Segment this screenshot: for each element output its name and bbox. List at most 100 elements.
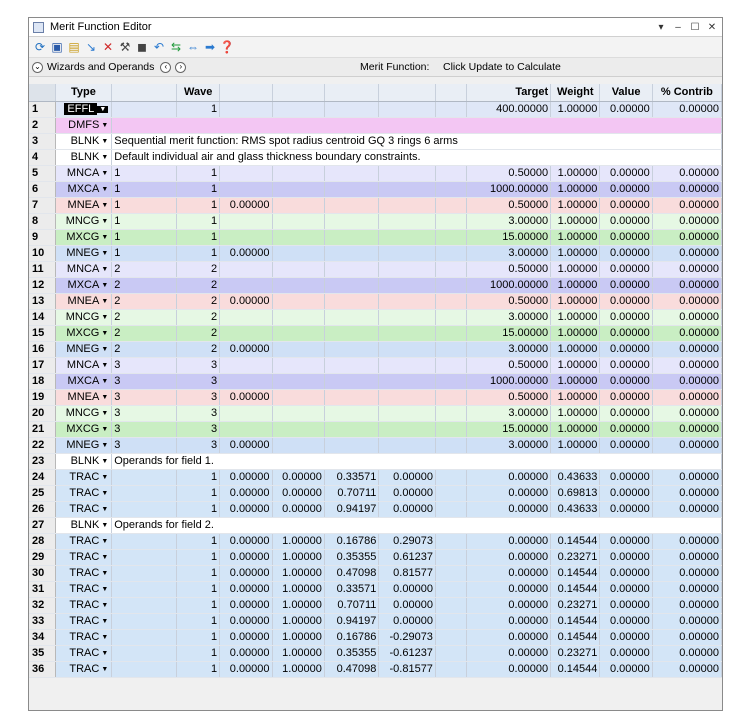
- param-cell[interactable]: [435, 645, 468, 662]
- param-cell[interactable]: 1.00000: [272, 549, 325, 566]
- operand-row[interactable]: 5 MNCA ▼ 1 1 0.50000 1.00000 0.00000 0.00000: [29, 165, 723, 182]
- param-cell[interactable]: 0.81577: [378, 565, 436, 582]
- param-cell[interactable]: [272, 293, 325, 310]
- wave-cell[interactable]: 1: [176, 501, 221, 518]
- row-number[interactable]: 35: [29, 645, 56, 662]
- param-cell[interactable]: [219, 357, 273, 374]
- operand-row[interactable]: 26 TRAC ▼ 1 0.00000 0.00000 0.94197 0.00000 0.00…: [29, 501, 723, 518]
- weight-cell[interactable]: 0.69813: [550, 485, 601, 502]
- param-cell[interactable]: 3: [111, 437, 178, 454]
- target-cell[interactable]: 0.00000: [466, 501, 552, 518]
- row-number[interactable]: 1: [29, 101, 56, 118]
- weight-cell[interactable]: 0.14544: [550, 661, 601, 678]
- operand-type-cell[interactable]: TRAC ▼: [55, 501, 113, 518]
- operand-type-cell[interactable]: MNEG ▼: [55, 341, 113, 358]
- param-cell[interactable]: 0.00000: [219, 245, 273, 262]
- param-cell[interactable]: 0.00000: [378, 613, 436, 630]
- param-cell[interactable]: [111, 101, 178, 118]
- param-cell[interactable]: [272, 101, 325, 118]
- row-number[interactable]: 15: [29, 325, 56, 342]
- param-cell[interactable]: [272, 165, 325, 182]
- param-cell[interactable]: [324, 341, 380, 358]
- row-number[interactable]: 26: [29, 501, 56, 518]
- param-cell[interactable]: [219, 309, 273, 326]
- wave-cell[interactable]: 1: [176, 533, 221, 550]
- operand-row[interactable]: 7 MNEA ▼ 1 1 0.00000 0.50000 1.00000 0.00000 0.00…: [29, 197, 723, 214]
- operand-row[interactable]: 30 TRAC ▼ 1 0.00000 1.00000 0.47098 0.81577 0.00…: [29, 565, 723, 582]
- weight-cell[interactable]: 0.14544: [550, 581, 601, 598]
- param-cell[interactable]: [272, 373, 325, 390]
- param-cell[interactable]: [378, 421, 436, 438]
- param-cell[interactable]: 0.00000: [219, 629, 273, 646]
- param-cell[interactable]: 0.94197: [324, 501, 380, 518]
- weight-cell[interactable]: 1.00000: [550, 437, 601, 454]
- param-cell[interactable]: [435, 309, 468, 326]
- dropdown-arrow-icon[interactable]: ▼: [101, 602, 108, 609]
- operand-type-cell[interactable]: MXCA ▼: [55, 181, 113, 198]
- param-cell[interactable]: [324, 437, 380, 454]
- param-cell[interactable]: 3: [111, 373, 178, 390]
- corner-cell[interactable]: [29, 84, 56, 102]
- target-cell[interactable]: 3.00000: [466, 309, 552, 326]
- param-cell[interactable]: 1.00000: [272, 645, 325, 662]
- wave-cell[interactable]: 3: [176, 421, 221, 438]
- param-cell[interactable]: [324, 181, 380, 198]
- operand-row[interactable]: 15 MXCG ▼ 2 2 15.00000 1.00000 0.00000 0.00000: [29, 325, 723, 342]
- target-cell[interactable]: 0.00000: [466, 661, 552, 678]
- param-cell[interactable]: [324, 325, 380, 342]
- dropdown-arrow-icon[interactable]: ▼: [101, 218, 108, 225]
- param-cell[interactable]: 0.00000: [272, 469, 325, 486]
- weight-cell[interactable]: 1.00000: [550, 421, 601, 438]
- wave-cell[interactable]: 2: [176, 277, 221, 294]
- row-number[interactable]: 33: [29, 613, 56, 630]
- comment-cell[interactable]: Operands for field 2.: [111, 517, 722, 534]
- param-cell[interactable]: 3: [111, 421, 178, 438]
- row-number[interactable]: 6: [29, 181, 56, 198]
- minimize-button[interactable]: –: [671, 22, 685, 33]
- column-header-target[interactable]: Target: [466, 84, 552, 102]
- wave-cell[interactable]: 1: [176, 469, 221, 486]
- operand-row[interactable]: 18 MXCA ▼ 3 3 1000.00000 1.00000 0.00000 0.00000: [29, 373, 723, 390]
- param-cell[interactable]: [435, 597, 468, 614]
- wave-cell[interactable]: 1: [176, 581, 221, 598]
- wave-cell[interactable]: 2: [176, 325, 221, 342]
- operand-row[interactable]: 16 MNEG ▼ 2 2 0.00000 3.00000 1.00000 0.00000 0.0…: [29, 341, 723, 358]
- weight-cell[interactable]: 0.43633: [550, 469, 601, 486]
- param-cell[interactable]: [219, 421, 273, 438]
- param-cell[interactable]: [435, 101, 468, 118]
- param-cell[interactable]: 1: [111, 245, 178, 262]
- dropdown-arrow-icon[interactable]: ▼: [101, 650, 108, 657]
- param-cell[interactable]: 2: [111, 341, 178, 358]
- param-cell[interactable]: [324, 373, 380, 390]
- operand-type-cell[interactable]: TRAC ▼: [55, 629, 113, 646]
- save-icon[interactable]: ▣: [49, 39, 65, 55]
- param-cell[interactable]: [111, 581, 178, 598]
- wave-cell[interactable]: 1: [176, 197, 221, 214]
- forward-icon[interactable]: ⇆: [168, 39, 184, 55]
- operand-row[interactable]: 35 TRAC ▼ 1 0.00000 1.00000 0.35355 -0.61237 0.0…: [29, 645, 723, 662]
- operand-row[interactable]: 3 BLNK ▼ Sequential merit function: RMS spo…: [29, 133, 722, 150]
- param-cell[interactable]: [378, 277, 436, 294]
- param-cell[interactable]: 0.61237: [378, 549, 436, 566]
- row-number[interactable]: 11: [29, 261, 56, 278]
- param-cell[interactable]: [272, 357, 325, 374]
- weight-cell[interactable]: 1.00000: [550, 181, 601, 198]
- param-cell[interactable]: [272, 437, 325, 454]
- window-menu-button[interactable]: ▾: [654, 22, 668, 33]
- operand-row[interactable]: 2 DMFS ▼: [29, 117, 722, 134]
- param-cell[interactable]: 1: [111, 229, 178, 246]
- row-number[interactable]: 2: [29, 117, 56, 134]
- param-cell[interactable]: 0.00000: [219, 485, 273, 502]
- param-cell[interactable]: [324, 357, 380, 374]
- wave-cell[interactable]: 1: [176, 101, 221, 118]
- wave-cell[interactable]: 1: [176, 629, 221, 646]
- param-cell[interactable]: [324, 277, 380, 294]
- wave-cell[interactable]: 1: [176, 181, 221, 198]
- operand-type-cell[interactable]: MXCA ▼: [55, 373, 113, 390]
- param-cell[interactable]: [378, 341, 436, 358]
- target-cell[interactable]: 15.00000: [466, 421, 552, 438]
- operand-type-cell[interactable]: MNEA ▼: [55, 389, 113, 406]
- param-cell[interactable]: [324, 309, 380, 326]
- param-cell[interactable]: [435, 421, 468, 438]
- param-cell[interactable]: [111, 485, 178, 502]
